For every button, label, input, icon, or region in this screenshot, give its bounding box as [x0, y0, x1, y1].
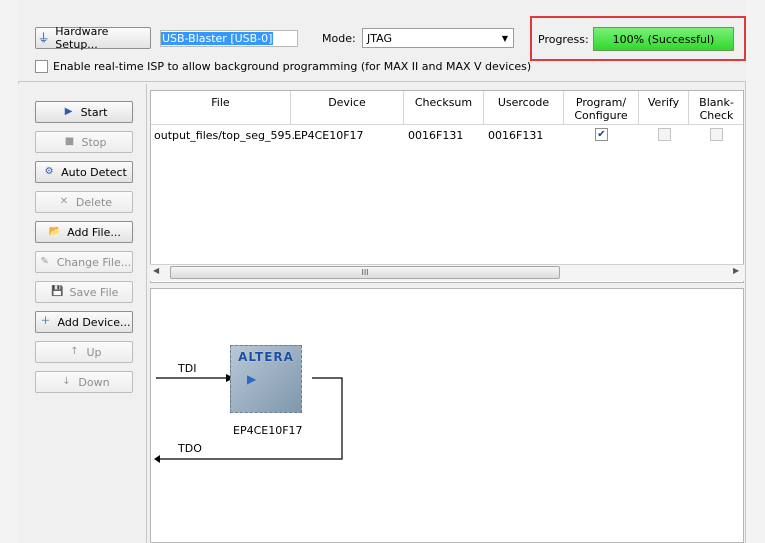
isp-checkbox[interactable]	[35, 60, 48, 73]
folder-icon: 📂	[48, 226, 62, 237]
change-file-button[interactable]: ✎ Change File...	[35, 251, 133, 273]
device-table: File Device Checksum Usercode Program/ C…	[150, 90, 744, 283]
change-file-icon: ✎	[40, 256, 49, 267]
checksum-cell: 0016F131	[408, 129, 464, 142]
program-checkbox[interactable]: ✔	[595, 128, 608, 141]
altera-logo: ALTERA	[238, 350, 294, 364]
scroll-thumb[interactable]: III	[170, 266, 560, 279]
column-header-verify[interactable]: Verify	[639, 91, 689, 125]
up-label: Up	[86, 345, 102, 359]
delete-icon: ✕	[59, 196, 69, 207]
tdo-label: TDO	[178, 442, 202, 455]
start-label: Start	[80, 105, 108, 119]
down-icon: ↓	[62, 376, 71, 387]
verify-checkbox[interactable]	[658, 128, 671, 141]
column-label: Blank- Check	[699, 96, 734, 122]
progress-label: Progress:	[538, 33, 589, 46]
auto-detect-label: Auto Detect	[61, 165, 127, 179]
column-label: File	[211, 96, 230, 109]
add-device-label: Add Device...	[57, 315, 131, 329]
chip-label: EP4CE10F17	[233, 424, 303, 437]
column-label: Usercode	[497, 96, 550, 109]
column-header-checksum[interactable]: Checksum	[404, 91, 484, 125]
column-label: Program/ Configure	[574, 96, 628, 122]
progress-text: 100% (Successful)	[612, 32, 715, 46]
down-label: Down	[78, 375, 110, 389]
chevron-down-icon: ▼	[501, 33, 509, 43]
mode-label: Mode:	[322, 32, 356, 45]
scroll-grip: III	[361, 268, 369, 277]
blank-check-checkbox[interactable]	[710, 128, 723, 141]
column-label: Verify	[647, 96, 680, 109]
tdi-label: TDI	[178, 362, 197, 375]
add-file-button[interactable]: 📂 Add File...	[35, 221, 133, 243]
device-cell: EP4CE10F17	[294, 129, 364, 142]
column-header-usercode[interactable]: Usercode	[484, 91, 564, 125]
stop-label: Stop	[81, 135, 107, 149]
isp-checkbox-label: Enable real-time ISP to allow background…	[53, 60, 532, 73]
start-button[interactable]: ▶ Start	[35, 101, 133, 123]
fpga-chip[interactable]: ALTERA ▶	[230, 345, 302, 413]
scroll-left-icon[interactable]: ◀	[153, 266, 159, 275]
mode-select[interactable]: JTAG ▼	[362, 28, 514, 48]
add-device-button[interactable]: ＋ Add Device...	[35, 311, 133, 333]
column-header-program[interactable]: Program/ Configure	[564, 91, 639, 125]
column-header-file[interactable]: File	[151, 91, 291, 125]
tdo-arrow-icon	[154, 455, 160, 463]
play-icon: ▶	[64, 106, 73, 117]
scroll-right-icon[interactable]: ▶	[733, 266, 739, 275]
hardware-field[interactable]: USB-Blaster [USB-0]	[160, 30, 298, 47]
stop-button[interactable]: ■ Stop	[35, 131, 133, 153]
hardware-setup-label: Hardware Setup...	[55, 25, 109, 51]
progress-bar: 100% (Successful)	[593, 27, 734, 51]
usb-icon: ⏚	[37, 31, 50, 45]
check-icon: ✔	[597, 129, 606, 140]
column-label: Checksum	[414, 96, 473, 109]
jtag-chain-lines	[154, 374, 343, 463]
down-button[interactable]: ↓ Down	[35, 371, 133, 393]
stop-icon: ■	[64, 136, 75, 147]
hardware-setup-button[interactable]: ⏚ Hardware Setup...	[35, 25, 151, 51]
usercode-cell: 0016F131	[488, 129, 544, 142]
file-cell: output_files/top_seg_595...	[154, 129, 302, 142]
up-icon: ↑	[70, 346, 79, 357]
change-file-label: Change File...	[56, 255, 132, 269]
save-icon: 💾	[51, 286, 64, 297]
save-file-label: Save File	[69, 285, 119, 299]
add-device-icon: ＋	[40, 316, 51, 327]
delete-label: Delete	[75, 195, 113, 209]
add-file-label: Add File...	[67, 225, 121, 239]
delete-button[interactable]: ✕ Delete	[35, 191, 133, 213]
column-header-blank-check[interactable]: Blank- Check	[689, 91, 743, 125]
hardware-value: USB-Blaster [USB-0]	[161, 32, 274, 45]
isp-option[interactable]: Enable real-time ISP to allow background…	[35, 60, 531, 73]
auto-detect-button[interactable]: ⚙ Auto Detect	[35, 161, 133, 183]
auto-detect-icon: ⚙	[44, 166, 54, 177]
mode-value: JTAG	[367, 31, 392, 45]
chip-play-icon: ▶	[247, 372, 257, 386]
save-file-button[interactable]: 💾 Save File	[35, 281, 133, 303]
column-header-device[interactable]: Device	[291, 91, 404, 125]
up-button[interactable]: ↑ Up	[35, 341, 133, 363]
column-label: Device	[328, 96, 366, 109]
